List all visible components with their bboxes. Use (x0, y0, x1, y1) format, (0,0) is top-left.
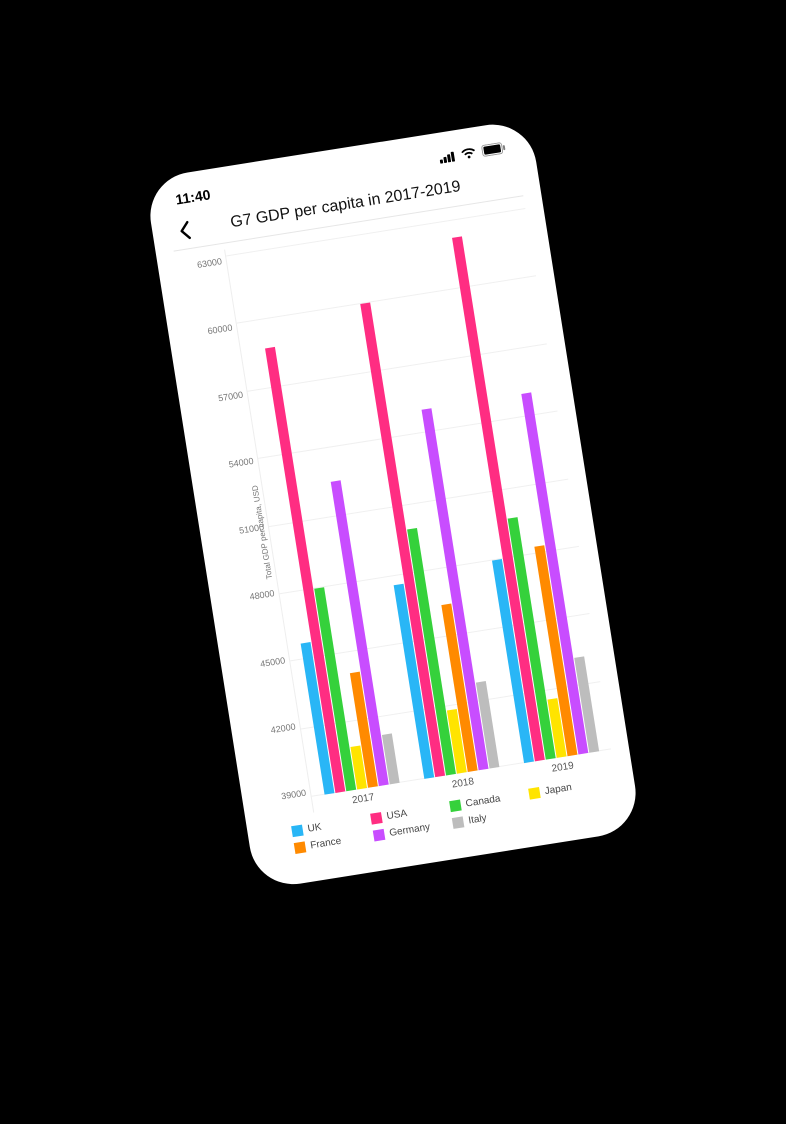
y-tick: 63000 (189, 256, 222, 271)
legend-label: Canada (465, 793, 501, 809)
wifi-icon (460, 147, 477, 160)
back-button[interactable] (169, 214, 201, 246)
legend-label: France (310, 836, 342, 852)
status-indicators (438, 141, 506, 163)
legend-swatch (373, 829, 386, 842)
y-tick: 45000 (253, 655, 286, 670)
y-tick: 48000 (242, 588, 275, 603)
legend-label: UK (307, 822, 322, 835)
legend-label: Italy (468, 813, 488, 827)
chart: Total GDP per capita, USD 63000600005700… (174, 196, 621, 864)
chevron-left-icon (177, 219, 192, 241)
phone-frame: 11:40 G7 GDP per capita in 2017-2019 (144, 118, 642, 890)
legend-swatch (370, 812, 383, 825)
legend-swatch (449, 800, 462, 813)
legend-label: USA (386, 808, 408, 822)
legend-label: Japan (544, 782, 573, 797)
legend-swatch (294, 841, 307, 854)
battery-icon (481, 141, 507, 157)
y-tick: 39000 (274, 788, 307, 803)
legend-swatch (452, 816, 465, 829)
y-tick: 42000 (263, 721, 296, 736)
y-tick: 57000 (210, 389, 243, 404)
y-tick: 60000 (200, 323, 233, 338)
legend-item: Japan (528, 776, 609, 799)
legend-label: Germany (389, 822, 431, 839)
cellular-icon (439, 150, 457, 163)
legend-swatch (291, 825, 304, 838)
status-time: 11:40 (174, 186, 211, 207)
legend-swatch (528, 787, 541, 800)
y-tick: 54000 (221, 456, 254, 471)
